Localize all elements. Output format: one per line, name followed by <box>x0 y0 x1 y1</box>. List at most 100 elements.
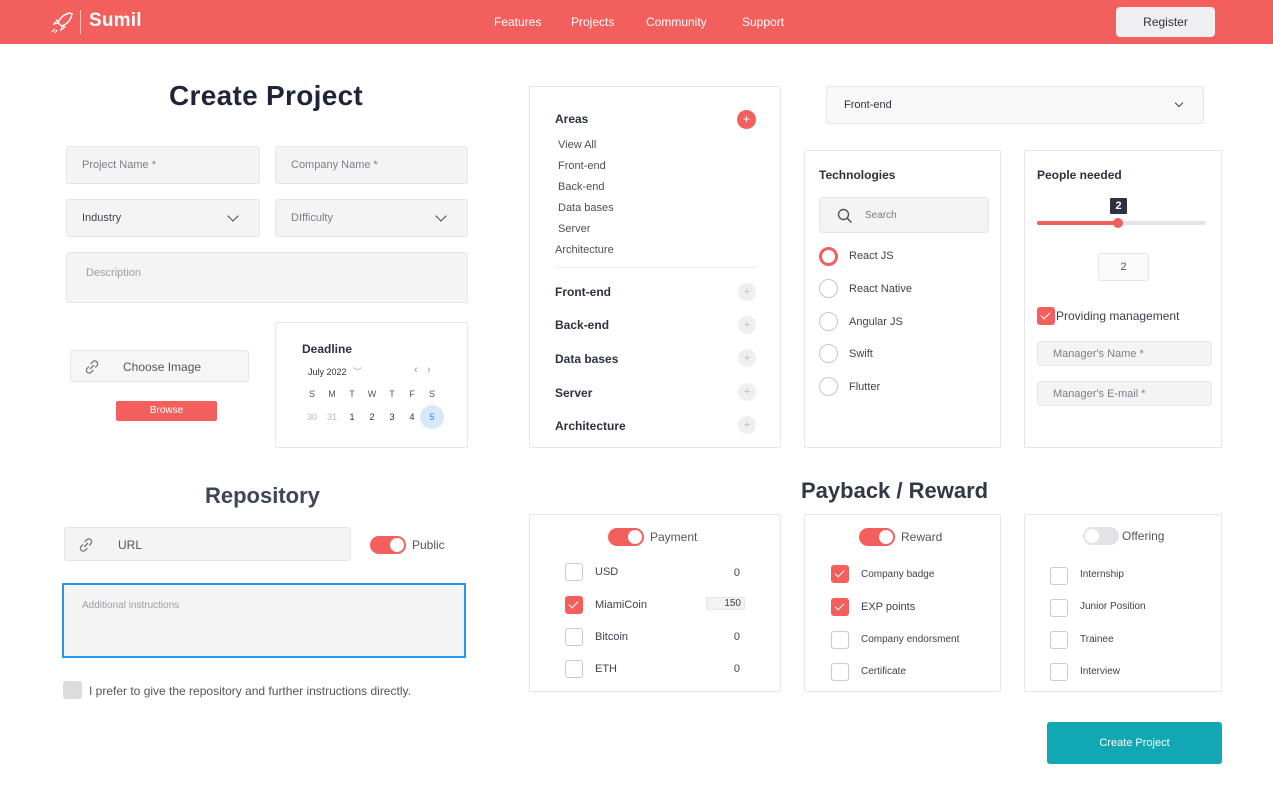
exp-points-checkbox[interactable] <box>831 598 849 616</box>
offering-option-label: Interview <box>1080 666 1121 677</box>
add-data-bases-icon[interactable]: + <box>738 349 756 367</box>
areas-title: Areas <box>555 112 589 126</box>
area-sub-item[interactable]: Server <box>558 223 590 235</box>
additional-instructions-textarea[interactable]: Additional instructions <box>62 583 466 658</box>
payback-title: Payback / Reward <box>801 478 989 503</box>
add-server-icon[interactable]: + <box>738 383 756 401</box>
description-textarea[interactable]: Description <box>66 252 468 303</box>
area-sub-item[interactable]: Architecture <box>555 244 614 256</box>
month-dropdown-icon[interactable]: ﹀ <box>353 365 362 378</box>
calendar-day[interactable]: 4 <box>402 412 422 422</box>
nav-link-community[interactable]: Community <box>646 15 707 29</box>
area-group-back-end[interactable]: Back-end <box>555 318 609 332</box>
company-name-input[interactable]: Company Name * <box>275 146 468 184</box>
payment-currency-label: MiamiCoin <box>595 599 647 611</box>
manager-email-input[interactable]: Manager's E-mail * <box>1037 381 1212 406</box>
miamicoin-checkbox[interactable] <box>565 596 583 614</box>
radio-react-js[interactable] <box>819 247 838 266</box>
technology-search-input[interactable]: Search <box>819 197 989 233</box>
tech-label: Flutter <box>849 381 881 393</box>
internship-checkbox[interactable] <box>1050 567 1068 585</box>
nav-link-projects[interactable]: Projects <box>571 15 614 29</box>
calendar-day[interactable]: 31 <box>322 412 342 422</box>
offering-card: Offering Internship Junior Position Trai… <box>1024 514 1222 692</box>
add-area-icon[interactable]: + <box>737 110 756 129</box>
public-toggle[interactable] <box>370 536 406 554</box>
calendar-day[interactable]: 3 <box>382 412 402 422</box>
area-select[interactable]: Front-end <box>826 86 1204 124</box>
browse-button[interactable]: Browse <box>116 401 217 421</box>
prev-month-icon[interactable]: ‹ <box>414 364 418 376</box>
area-group-data-bases[interactable]: Data bases <box>555 352 618 366</box>
create-project-button[interactable]: Create Project <box>1047 722 1222 764</box>
payment-amount[interactable]: 0 <box>700 567 740 579</box>
calendar-month[interactable]: July 2022 <box>308 367 347 377</box>
area-group-architecture[interactable]: Architecture <box>555 419 626 433</box>
brand-logo[interactable]: Sumil <box>89 10 142 32</box>
difficulty-select[interactable]: DIfficulty <box>275 199 468 237</box>
providing-management-checkbox[interactable] <box>1037 307 1055 325</box>
trainee-checkbox[interactable] <box>1050 631 1068 649</box>
instructions-placeholder: Additional instructions <box>82 600 180 611</box>
nav-link-support[interactable]: Support <box>742 15 784 29</box>
area-group-server[interactable]: Server <box>555 386 592 400</box>
description-placeholder: Description <box>86 267 142 279</box>
add-architecture-icon[interactable]: + <box>738 416 756 434</box>
next-month-icon[interactable]: › <box>427 364 431 376</box>
people-slider-track[interactable] <box>1037 218 1206 228</box>
area-sub-item[interactable]: Data bases <box>558 202 614 214</box>
people-slider-handle[interactable] <box>1113 218 1123 228</box>
reward-card: Reward Company badge EXP points Company … <box>804 514 1001 692</box>
company-name-placeholder: Company Name * <box>291 159 378 171</box>
reward-toggle[interactable] <box>859 528 895 546</box>
nav-link-features[interactable]: Features <box>494 15 541 29</box>
area-sub-item[interactable]: Front-end <box>558 160 606 172</box>
interview-checkbox[interactable] <box>1050 663 1068 681</box>
manager-email-placeholder: Manager's E-mail * <box>1053 388 1146 400</box>
calendar-day[interactable]: 2 <box>362 412 382 422</box>
tech-label: Swift <box>849 348 873 360</box>
payment-amount[interactable]: 0 <box>700 663 740 675</box>
bitcoin-checkbox[interactable] <box>565 628 583 646</box>
weekday-label: W <box>367 389 377 399</box>
area-group-front-end[interactable]: Front-end <box>555 285 611 299</box>
company-endorsment-checkbox[interactable] <box>831 631 849 649</box>
direct-instructions-checkbox[interactable] <box>63 681 82 699</box>
calendar-day[interactable]: 1 <box>342 412 362 422</box>
junior-position-checkbox[interactable] <box>1050 599 1068 617</box>
area-sub-item[interactable]: View All <box>558 139 596 151</box>
calendar-day-selected[interactable]: 5 <box>422 412 442 422</box>
area-select-value: Front-end <box>844 99 892 111</box>
link-icon <box>79 538 93 552</box>
manager-name-input[interactable]: Manager's Name * <box>1037 341 1212 366</box>
payment-amount-input[interactable]: 150 <box>706 597 745 610</box>
calendar-day[interactable]: 30 <box>302 412 322 422</box>
rocket-icon <box>51 12 73 34</box>
payment-toggle[interactable] <box>608 528 644 546</box>
area-sub-item[interactable]: Back-end <box>558 181 604 193</box>
company-badge-checkbox[interactable] <box>831 565 849 583</box>
usd-checkbox[interactable] <box>565 563 583 581</box>
register-button[interactable]: Register <box>1116 7 1215 37</box>
add-front-end-icon[interactable]: + <box>738 283 756 301</box>
certificate-checkbox[interactable] <box>831 663 849 681</box>
choose-image-input[interactable]: Choose Image <box>70 350 249 382</box>
repository-url-input[interactable]: URL <box>64 527 351 561</box>
logo-divider <box>80 10 81 34</box>
weekday-label: M <box>328 389 336 399</box>
radio-angular-js[interactable] <box>819 312 838 331</box>
industry-select[interactable]: Industry <box>66 199 260 237</box>
payment-card: Payment USD 0 MiamiCoin 150 Bitcoin 0 ET… <box>529 514 781 692</box>
slider-value-tooltip: 2 <box>1110 198 1127 214</box>
search-placeholder: Search <box>865 210 897 221</box>
radio-swift[interactable] <box>819 344 838 363</box>
offering-toggle[interactable] <box>1083 527 1119 545</box>
radio-flutter[interactable] <box>819 377 838 396</box>
project-name-input[interactable]: Project Name * <box>66 146 260 184</box>
add-back-end-icon[interactable]: + <box>738 316 756 334</box>
people-count-input[interactable]: 2 <box>1098 253 1149 281</box>
eth-checkbox[interactable] <box>565 660 583 678</box>
radio-react-native[interactable] <box>819 279 838 298</box>
offering-option-label: Internship <box>1080 569 1124 580</box>
payment-amount[interactable]: 0 <box>700 631 740 643</box>
